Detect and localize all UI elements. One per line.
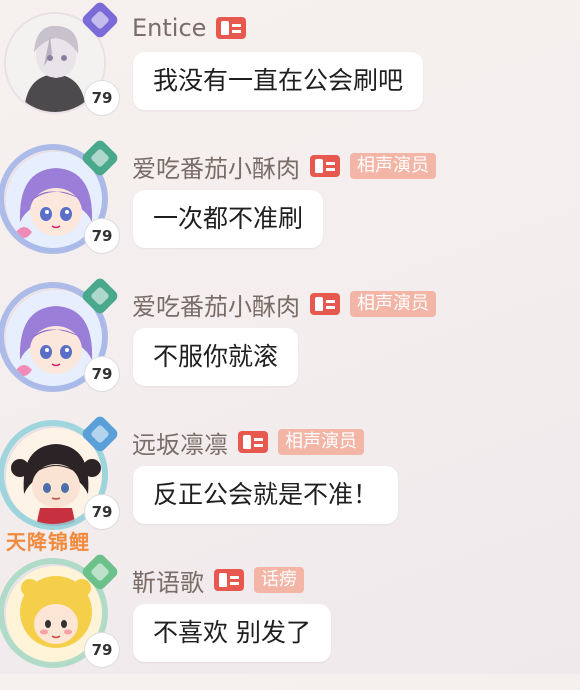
sender-name[interactable]: 爱吃番茄小酥肉 xyxy=(132,287,300,322)
message-bubble[interactable]: 不服你就滚 xyxy=(133,328,299,386)
id-card-icon xyxy=(216,17,247,39)
avatar-container[interactable]: 79 xyxy=(0,552,120,682)
chat-message: 79 靳语歌 话痨 不喜欢 别发了 xyxy=(0,552,580,690)
chat-message: 79 天降锦鲤 远坂凛凛 相声演员 反正公会就是不准！ xyxy=(0,414,580,554)
id-card-icon xyxy=(238,431,268,453)
title-badge: 相声演员 xyxy=(350,153,436,179)
message-bubble[interactable]: 不喜欢 别发了 xyxy=(133,604,331,662)
title-badge: 相声演员 xyxy=(278,429,364,455)
avatar-frame-text: 天降锦鲤 xyxy=(6,530,90,554)
avatar-container[interactable]: 79 xyxy=(0,138,120,268)
sender-name[interactable]: 远坂凛凛 xyxy=(132,425,228,460)
avatar-container[interactable]: 79 xyxy=(2,0,120,130)
chat-message: 79 Entice 我没有一直在公会刷吧 xyxy=(0,0,580,138)
message-bubble[interactable]: 一次都不准刷 xyxy=(133,190,324,248)
avatar-container[interactable]: 79 xyxy=(0,276,120,406)
sender-row: 靳语歌 话痨 xyxy=(132,566,304,597)
sender-name[interactable]: 爱吃番茄小酥肉 xyxy=(132,149,300,184)
avatar-container[interactable]: 79 天降锦鲤 xyxy=(0,414,120,554)
chat-message: 79 爱吃番茄小酥肉 相声演员 一次都不准刷 xyxy=(0,138,580,276)
level-badge: 79 xyxy=(84,80,120,116)
title-badge: 相声演员 xyxy=(350,291,436,317)
level-badge: 79 xyxy=(84,632,120,668)
level-badge: 79 xyxy=(84,218,120,254)
sender-row: 远坂凛凛 相声演员 xyxy=(132,428,364,459)
sender-name[interactable]: 靳语歌 xyxy=(132,563,204,598)
message-bubble[interactable]: 反正公会就是不准！ xyxy=(133,466,399,524)
message-bubble[interactable]: 我没有一直在公会刷吧 xyxy=(133,52,424,110)
level-badge: 79 xyxy=(84,356,120,392)
chat-message: 79 爱吃番茄小酥肉 相声演员 不服你就滚 xyxy=(0,276,580,414)
sender-name[interactable]: Entice xyxy=(132,14,206,42)
sender-row: Entice xyxy=(132,14,247,42)
sender-row: 爱吃番茄小酥肉 相声演员 xyxy=(132,290,436,321)
title-badge: 话痨 xyxy=(254,567,304,593)
id-card-icon xyxy=(310,293,340,315)
sender-row: 爱吃番茄小酥肉 相声演员 xyxy=(132,152,436,183)
id-card-icon xyxy=(214,569,244,591)
id-card-icon xyxy=(310,155,340,177)
level-badge: 79 xyxy=(84,494,120,530)
